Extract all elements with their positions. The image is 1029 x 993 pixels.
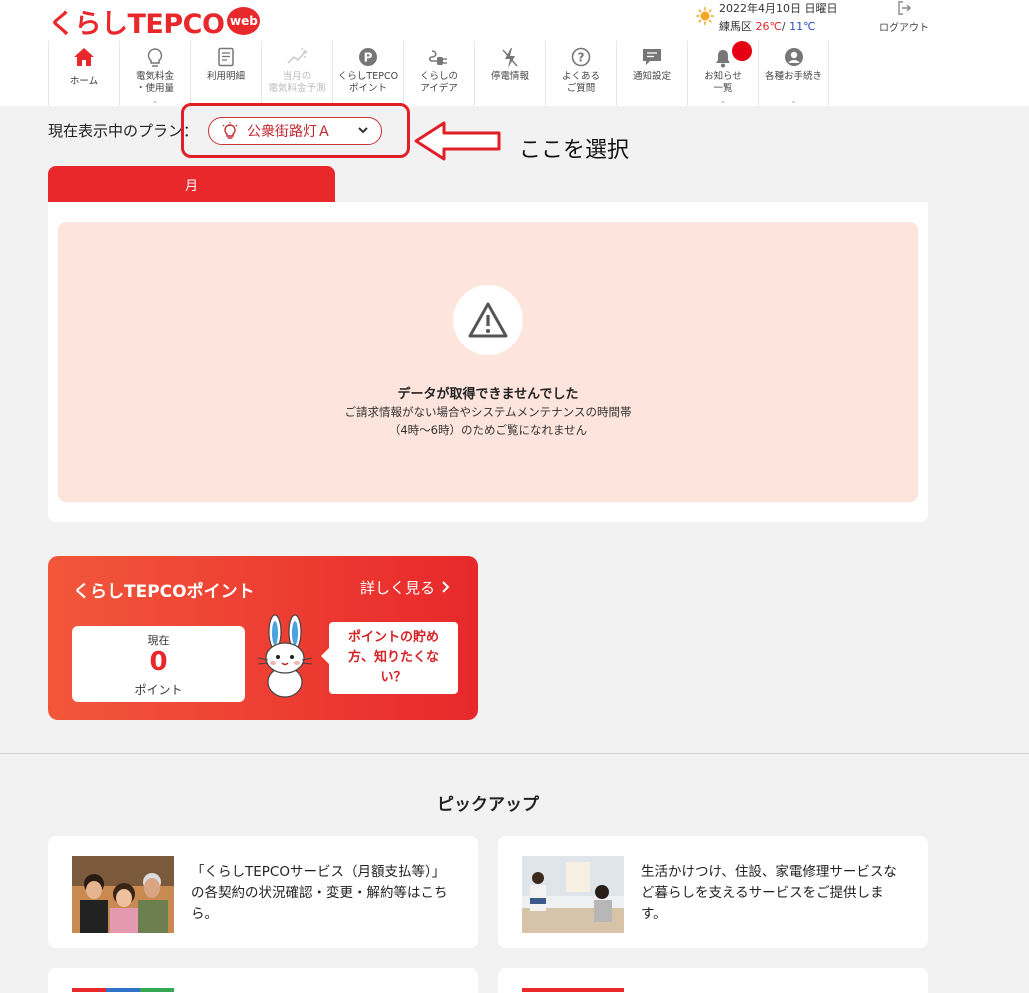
- pickup-card-4[interactable]: [498, 968, 928, 993]
- lightning-icon: [502, 48, 518, 68]
- annotation-highlight-oval: [181, 103, 410, 158]
- nav-notification-label: 通知設定: [632, 71, 671, 82]
- temp-low: 11℃: [789, 20, 816, 33]
- nav-outage-label: 停電情報: [490, 71, 529, 82]
- no-data-message-line2: （4時〜6時）のためご覧になれません: [388, 423, 588, 437]
- nav-outage[interactable]: 停電情報: [474, 41, 545, 106]
- pickup-card-services[interactable]: 生活かけつけ、住設、家電修理サービスなど暮らしを支えるサービスをご提供します。: [498, 836, 928, 948]
- nav-ideas-label: くらしの アイデア: [419, 71, 458, 94]
- nav-faq[interactable]: ? よくある ご質問: [545, 41, 616, 106]
- nav-points[interactable]: P くらしTEPCO ポイント: [332, 41, 403, 106]
- nav-points-label: くらしTEPCO ポイント: [337, 71, 399, 94]
- plug-icon: [428, 50, 447, 65]
- nav-notification-settings[interactable]: 通知設定: [616, 41, 687, 106]
- no-data-panel: データが取得できませんでした ご請求情報がない場合やシステムメンテナンスの時間帯…: [58, 222, 918, 502]
- nav-home-label: ホーム: [69, 76, 99, 87]
- points-unit: ポイント: [134, 683, 183, 697]
- temp-sep: /: [781, 20, 786, 33]
- user-icon: [784, 48, 803, 66]
- lightbulb-icon: [147, 48, 163, 67]
- pickup-card-subscription[interactable]: 「くらしTEPCOサービス（月額支払等）」の各契約の状況確認・変更・解約等はこち…: [48, 836, 478, 948]
- chart-forecast-icon: [287, 47, 307, 64]
- question-icon: ?: [571, 47, 591, 67]
- svg-text:?: ?: [578, 51, 585, 65]
- nav-procedures-label: 各種お手続き: [764, 71, 822, 82]
- rabbit-mascot-icon: [257, 614, 313, 698]
- logout-label: ログアウト: [879, 23, 929, 34]
- weather-area-temp: 練馬区 26℃/ 11℃: [719, 18, 815, 34]
- pickup-text: 「くらしTEPCOサービス（月額支払等）」の各契約の状況確認・変更・解約等はこち…: [191, 864, 448, 922]
- nav-procedures[interactable]: 各種お手続き ⌄: [758, 41, 829, 106]
- sun-icon: [696, 7, 714, 25]
- points-tips-text: ポイントの貯め方、知りたくない？: [347, 630, 439, 685]
- weather-date: 2022年4月10日 日曜日: [719, 2, 838, 15]
- thumbnail-strip: [522, 988, 624, 992]
- nav-faq-label: よくある ご質問: [561, 71, 600, 94]
- chevron-right-icon: [442, 581, 450, 593]
- pickup-text: 生活かけつけ、住設、家電修理サービスなど暮らしを支えるサービスをご提供します。: [641, 864, 897, 922]
- logout-icon: [898, 1, 911, 15]
- chevron-down-icon: ⌄: [719, 96, 727, 105]
- tab-month[interactable]: 月: [48, 166, 335, 202]
- nav-forecast: 当月の 電気料金予測: [261, 41, 332, 106]
- nav-statement-label: 利用明細: [206, 71, 245, 82]
- points-tips-bubble[interactable]: ポイントの貯め方、知りたくない？: [321, 622, 458, 694]
- section-divider: [0, 753, 1029, 754]
- svg-text:P: P: [364, 51, 373, 65]
- pickup-title: ピックアップ: [437, 795, 539, 815]
- logo-web-badge: web: [227, 7, 261, 35]
- nav-news-label: お知らせ 一覧: [704, 71, 742, 94]
- main-nav: ホーム 電気料金 ・使用量 ⌄ 利用明細 当月の 電気料金予測 P くらしTEP…: [48, 41, 829, 106]
- home-icon: [74, 48, 94, 66]
- notification-badge: [732, 41, 752, 61]
- points-card-title: くらしTEPCOポイント: [73, 582, 255, 602]
- points-current-label: 現在: [147, 634, 170, 647]
- weather-area: 練馬区: [719, 20, 752, 33]
- current-plan-label: 現在表示中のプラン：: [48, 122, 199, 140]
- warning-icon: [468, 302, 508, 338]
- kurashi-tepco-logo[interactable]: くらしTEPCO web: [48, 4, 261, 40]
- temp-high: 26℃: [755, 20, 782, 33]
- header: くらしTEPCO web 2022年4月10日 日曜日 練馬区 26℃/ 11℃…: [0, 0, 1029, 106]
- nav-home[interactable]: ホーム: [48, 41, 119, 106]
- nav-news[interactable]: お知らせ 一覧 ⌄: [687, 41, 758, 106]
- warning-icon-circle: [453, 285, 523, 355]
- chevron-down-icon: ⌄: [790, 96, 797, 105]
- nav-ideas[interactable]: くらしの アイデア: [403, 41, 474, 106]
- points-card: くらしTEPCOポイント 詳しく見る 現在 0 ポイント ポイントの貯め方、知り…: [48, 556, 478, 720]
- document-icon: [218, 47, 234, 67]
- weather-widget: 2022年4月10日 日曜日 練馬区 26℃/ 11℃: [696, 0, 856, 36]
- bell-icon: [716, 50, 730, 68]
- family-photo-image: [72, 856, 174, 933]
- chevron-down-icon: ⌄: [151, 96, 159, 105]
- pickup-card-3[interactable]: [48, 968, 478, 993]
- logo-text: くらしTEPCO: [48, 8, 225, 40]
- no-data-title: データが取得できませんでした: [397, 387, 579, 402]
- points-value: 0: [149, 647, 168, 677]
- message-icon: [643, 49, 661, 65]
- annotation-text: ここを選択: [519, 138, 630, 163]
- points-more-label: 詳しく見る: [360, 579, 436, 597]
- point-p-icon: P: [359, 48, 377, 66]
- usage-card: データが取得できませんでした ご請求情報がない場合やシステムメンテナンスの時間帯…: [48, 202, 928, 522]
- logout-button[interactable]: ログアウト: [874, 0, 934, 36]
- nav-statement[interactable]: 利用明細: [190, 41, 261, 106]
- service-visit-photo-image: [522, 856, 624, 933]
- no-data-message-line1: ご請求情報がない場合やシステムメンテナンスの時間帯: [344, 405, 632, 419]
- annotation-arrow-icon: [414, 121, 501, 161]
- thumbnail-strip: [72, 988, 174, 992]
- nav-forecast-label: 当月の 電気料金予測: [268, 71, 326, 94]
- points-balance-box: 現在 0 ポイント: [72, 626, 245, 702]
- nav-electricity-label: 電気料金 ・使用量: [135, 71, 174, 94]
- points-more-link[interactable]: 詳しく見る: [360, 577, 450, 598]
- nav-electricity-usage[interactable]: 電気料金 ・使用量 ⌄: [119, 41, 190, 106]
